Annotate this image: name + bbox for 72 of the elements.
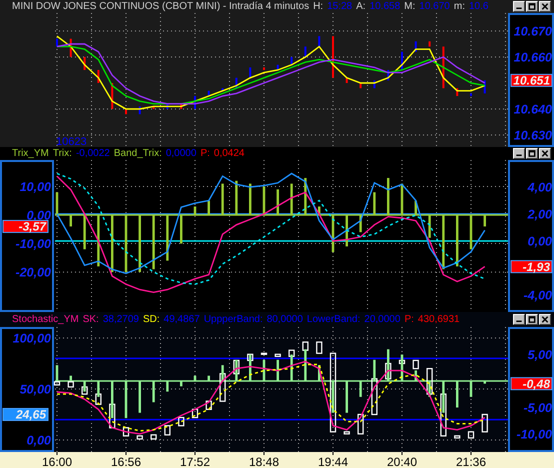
axis-label: 10.660 xyxy=(514,50,552,64)
maximize-button[interactable] xyxy=(526,314,538,325)
maximize-icon xyxy=(527,2,537,11)
time-label: 18:48 xyxy=(248,455,280,468)
header-text: M: xyxy=(404,2,416,12)
maximize-button[interactable] xyxy=(526,148,538,159)
maximize-button[interactable] xyxy=(526,1,538,12)
chart-title: Stochastic_YM xyxy=(12,314,79,324)
minimize-button[interactable] xyxy=(513,1,525,12)
header-text: 49,4867 xyxy=(164,314,200,324)
axis-label: -10,00 xyxy=(16,237,51,252)
close-icon xyxy=(540,2,550,11)
close-icon xyxy=(540,149,550,158)
axis-label: 10,00 xyxy=(20,180,51,194)
header-text: 10.670 xyxy=(419,2,450,12)
header-text: Trix: xyxy=(52,148,72,158)
time-label: 16:00 xyxy=(42,455,72,468)
close-button[interactable] xyxy=(539,1,551,12)
axis-label: -5,00 xyxy=(524,401,552,415)
value-marker: -3,57 xyxy=(2,220,48,234)
value-marker: -1,93 xyxy=(510,260,552,274)
axis-label: 0,00 xyxy=(528,234,552,248)
chart-title: MINI DOW JONES CONTINUOS (CBOT MINI) - Intradía 4 minutos xyxy=(12,2,310,12)
time-label: 21:36 xyxy=(456,455,486,468)
close-button[interactable] xyxy=(539,314,551,325)
header-text: UppperBand: xyxy=(204,314,263,324)
header-text: P: xyxy=(200,148,210,158)
header-text: H: xyxy=(313,2,324,12)
header-text: LowerBand: xyxy=(306,314,360,324)
value-marker: -0,48 xyxy=(510,376,552,391)
axis-label: -10,00 xyxy=(516,428,552,442)
time-label: 17:52 xyxy=(180,455,210,468)
minimize-button[interactable] xyxy=(513,314,525,325)
value-marker: 24,65 xyxy=(2,408,48,422)
axis-label: 50,00 xyxy=(20,382,51,396)
axis-label: 10.640 xyxy=(514,102,552,116)
header-text: 10.6 xyxy=(468,2,488,12)
header-text: 10.658 xyxy=(370,2,400,12)
close-button[interactable] xyxy=(539,148,551,159)
header-text: -0,0022 xyxy=(76,148,110,158)
time-label: 16:56 xyxy=(110,455,142,468)
time-label: 19:44 xyxy=(318,455,348,468)
header-text: 80,0000 xyxy=(266,314,303,324)
axis-label: 0,00 xyxy=(26,433,51,448)
maximize-icon xyxy=(527,315,537,324)
price-label: 10623 xyxy=(56,136,87,147)
axis-label: 5,00 xyxy=(528,348,552,362)
header-text: 0,0424 xyxy=(214,148,244,158)
axis-label: -4,00 xyxy=(524,288,552,302)
axis-label: 2,00 xyxy=(528,208,552,222)
maximize-icon xyxy=(527,149,537,158)
minimize-button[interactable] xyxy=(513,148,525,159)
header-text: SD: xyxy=(142,314,160,324)
header-text: Band_Trix: xyxy=(114,148,162,158)
value-marker: 10.651 xyxy=(510,74,552,88)
header-text: P: xyxy=(404,314,414,324)
header-text: A: xyxy=(356,2,366,12)
header-text: m: xyxy=(454,2,465,12)
header-text: 38,2709 xyxy=(102,314,139,324)
header-text: 0,0000 xyxy=(166,148,196,158)
header-text: SK: xyxy=(82,314,99,324)
close-icon xyxy=(540,315,550,324)
axis-label: 100,00 xyxy=(12,332,51,346)
axis-label: 4,00 xyxy=(528,180,552,194)
header-text: 15:28 xyxy=(327,2,352,12)
axis-label: 10.670 xyxy=(514,24,552,38)
header-text: 20,0000 xyxy=(364,314,400,324)
axis-label: 10.630 xyxy=(514,128,552,143)
time-label: 20:40 xyxy=(386,455,418,468)
axis-label: -20,00 xyxy=(16,266,51,280)
chart-title: Trix_YM xyxy=(12,148,49,158)
header-text: 430,6931 xyxy=(418,314,460,324)
